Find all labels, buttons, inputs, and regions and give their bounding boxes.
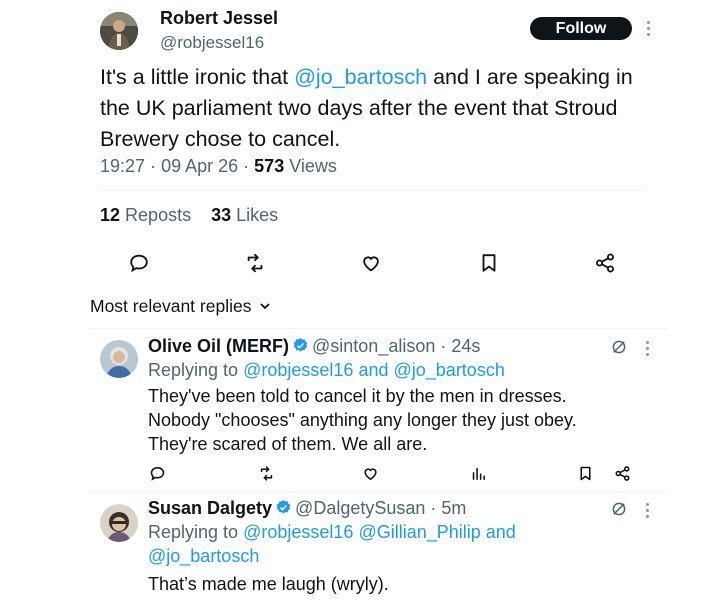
like-icon[interactable] (360, 252, 382, 274)
author-avatar[interactable] (100, 12, 138, 50)
tweet-meta: 19:27 · 09 Apr 26 · 573 Views (100, 156, 337, 177)
views-icon[interactable] (470, 465, 487, 482)
reply-avatar[interactable] (100, 340, 138, 378)
reply-author-name[interactable]: Susan Dalgety (148, 498, 272, 518)
verified-badge-icon (276, 500, 291, 514)
mention-link[interactable]: @jo_bartosch (148, 546, 259, 566)
reply-icon[interactable] (149, 465, 166, 482)
author-handle[interactable]: @robjessel16 (160, 33, 264, 53)
reply-text-line: They've been told to cancel it by the me… (148, 386, 567, 406)
replies-heading-label: Most relevant replies (90, 296, 252, 316)
likes-count: 33 (211, 205, 232, 225)
replies-sort-dropdown[interactable]: Most relevant replies (90, 296, 271, 317)
reposts-stat[interactable]: 12 Reposts (100, 205, 191, 225)
follow-button[interactable]: Follow (530, 17, 632, 40)
likes-stat[interactable]: 33 Likes (211, 205, 278, 225)
views-count: 573 (254, 156, 285, 176)
tweet-date[interactable]: 09 Apr 26 (161, 156, 238, 176)
grok-icon[interactable] (610, 338, 628, 356)
reposts-label: Reposts (125, 205, 192, 225)
replying-to: Replying to @robjessel16 and @jo_bartosc… (148, 358, 505, 382)
mention-link[interactable]: @robjessel16 (243, 360, 353, 380)
reply-age[interactable]: 24s (451, 336, 480, 356)
replying-prefix: Replying to (148, 522, 239, 542)
separator: · (243, 156, 250, 176)
mention-link[interactable]: @jo_bartosch (394, 360, 505, 380)
mention-link[interactable]: @robjessel16 (243, 522, 353, 542)
reply-text-line: That’s made me laugh (wryly). (148, 574, 389, 594)
reply-icon[interactable] (128, 252, 150, 274)
divider (90, 491, 668, 492)
share-icon[interactable] (614, 465, 631, 482)
reply-text: That’s made me laugh (wryly). (148, 572, 389, 596)
more-options-icon[interactable] (643, 500, 653, 520)
mention-link[interactable]: @Gillian_Philip (358, 522, 480, 542)
reply-avatar[interactable] (100, 504, 138, 542)
chevron-down-icon (260, 303, 270, 310)
reply-age[interactable]: 5m (441, 498, 466, 518)
share-icon[interactable] (594, 252, 616, 274)
reply-header: Susan Dalgety @DalgetySusan · 5m (148, 498, 466, 519)
replying-to: Replying to @robjessel16 @Gillian_Philip… (148, 520, 568, 568)
reply-handle[interactable]: @sinton_alison (312, 336, 435, 356)
more-options-icon[interactable] (643, 338, 653, 358)
views-label: Views (289, 156, 337, 176)
tweet-stats: 12 Reposts 33 Likes (100, 205, 278, 226)
tweet-text: It's a little ironic that @jo_bartosch a… (100, 62, 660, 155)
mention-link[interactable]: @jo_bartosch (294, 65, 427, 89)
more-options-icon[interactable] (644, 18, 654, 38)
tweet-time[interactable]: 19:27 (100, 156, 145, 176)
reply-header: Olive Oil (MERF) @sinton_alison · 24s (148, 336, 480, 357)
author-name[interactable]: Robert Jessel (160, 8, 278, 29)
separator: · (150, 156, 157, 176)
bookmark-icon[interactable] (577, 465, 594, 482)
likes-label: Likes (236, 205, 279, 225)
replying-joiner[interactable]: and (486, 522, 516, 542)
replying-joiner[interactable]: and (358, 360, 388, 380)
divider (100, 190, 645, 191)
repost-icon[interactable] (244, 252, 266, 274)
reply-handle[interactable]: @DalgetySusan (295, 498, 425, 518)
reposts-count: 12 (100, 205, 121, 225)
reply-text-line: Nobody "chooses" anything any longer the… (148, 410, 577, 430)
replying-prefix: Replying to (148, 360, 239, 380)
tweet-text-part: It's a little ironic that (100, 65, 295, 89)
reply-text-line: They're scared of them. We all are. (148, 434, 428, 454)
repost-icon[interactable] (258, 465, 275, 482)
like-icon[interactable] (362, 465, 379, 482)
bookmark-icon[interactable] (478, 252, 500, 274)
divider (90, 328, 668, 329)
reply-author-name[interactable]: Olive Oil (MERF) (148, 336, 289, 356)
verified-badge-icon (293, 338, 308, 352)
grok-icon[interactable] (610, 500, 628, 518)
reply-text: They've been told to cancel it by the me… (148, 384, 577, 456)
